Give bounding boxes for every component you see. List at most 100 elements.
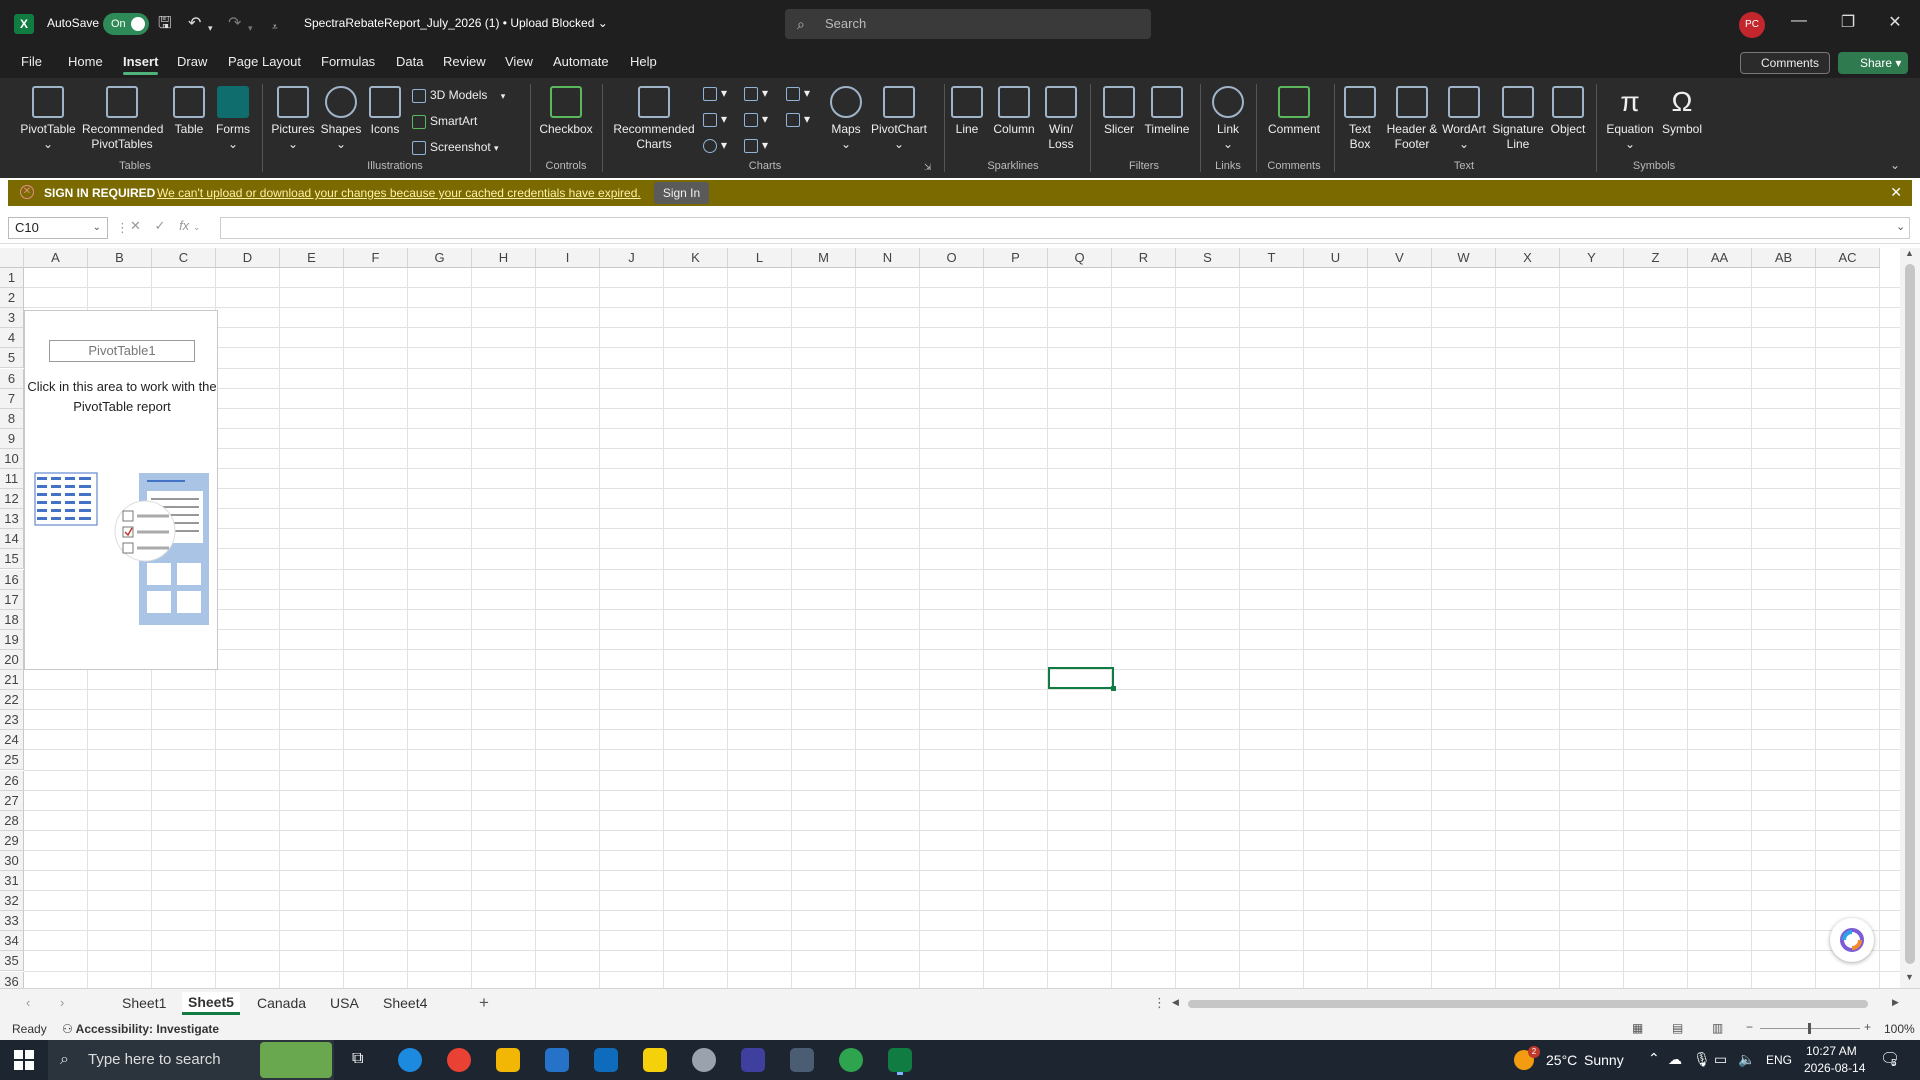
zoom-in-icon[interactable]: + — [1864, 1020, 1871, 1034]
statistic-chart-dropdown[interactable]: ▾ — [744, 112, 768, 127]
select-all-corner[interactable] — [0, 248, 24, 268]
formula-input[interactable] — [220, 217, 1910, 239]
column-header[interactable]: S — [1176, 248, 1240, 268]
undo-dropdown-icon[interactable]: ▾ — [208, 18, 213, 38]
zoom-level[interactable]: 100% — [1884, 1022, 1915, 1036]
chevron-up-icon[interactable]: ⌃ — [1648, 1050, 1660, 1067]
shapes-button[interactable]: Shapes ⌄ — [318, 86, 364, 152]
scatter-chart-dropdown[interactable]: ▾ — [744, 138, 768, 153]
column-header[interactable]: AB — [1752, 248, 1816, 268]
tab-formulas[interactable]: Formulas — [321, 54, 375, 69]
column-header[interactable]: Q — [1048, 248, 1112, 268]
header-footer-button[interactable]: Header & Footer — [1386, 86, 1438, 152]
chat-icon[interactable] — [839, 1048, 863, 1072]
page-layout-view-icon[interactable]: ▤ — [1672, 1021, 1683, 1035]
column-header[interactable]: O — [920, 248, 984, 268]
restore-icon[interactable]: ❐ — [1833, 12, 1863, 32]
column-header[interactable]: T — [1240, 248, 1304, 268]
avatar[interactable]: PC — [1739, 12, 1765, 38]
row-header[interactable]: 28 — [0, 810, 24, 831]
column-header[interactable]: AC — [1816, 248, 1880, 268]
notification-message-link[interactable]: We can't upload or download your changes… — [157, 186, 641, 200]
more-options-icon[interactable]: ⋮ — [1153, 995, 1166, 1011]
app-icon[interactable] — [692, 1048, 716, 1072]
minimize-icon[interactable]: — — [1784, 12, 1814, 30]
column-header[interactable]: F — [344, 248, 408, 268]
accessibility-status[interactable]: ⚇ Accessibility: Investigate — [62, 1022, 219, 1036]
collapse-ribbon-icon[interactable]: ⌄ — [1890, 158, 1900, 172]
column-chart-dropdown[interactable]: ▾ — [703, 86, 727, 101]
network-icon[interactable]: ▭ — [1714, 1051, 1727, 1068]
language-indicator[interactable]: ENG — [1766, 1053, 1792, 1067]
object-button[interactable]: Object — [1548, 86, 1588, 137]
page-break-preview-icon[interactable]: ▥ — [1712, 1021, 1723, 1035]
enter-icon[interactable]: ✓ — [155, 218, 166, 233]
row-header[interactable]: 11 — [0, 469, 24, 490]
row-header[interactable]: 14 — [0, 529, 24, 550]
volume-icon[interactable]: 🔈 — [1738, 1051, 1755, 1068]
row-header[interactable]: 12 — [0, 489, 24, 510]
autosave-toggle[interactable]: On — [103, 13, 149, 35]
excel-taskbar-icon[interactable] — [888, 1048, 912, 1072]
winloss-sparkline-button[interactable]: Win/ Loss — [1042, 86, 1080, 152]
redo-icon[interactable]: ↷ — [228, 14, 241, 34]
tab-help[interactable]: Help — [630, 54, 657, 69]
column-header[interactable]: P — [984, 248, 1048, 268]
horizontal-scrollbar[interactable]: ◀ ▶ — [1172, 997, 1907, 1011]
equation-button[interactable]: π Equation ⌄ — [1602, 86, 1658, 152]
row-header[interactable]: 32 — [0, 891, 24, 912]
text-box-button[interactable]: Text Box — [1340, 86, 1380, 152]
tab-automate[interactable]: Automate — [553, 54, 609, 69]
column-header[interactable]: L — [728, 248, 792, 268]
slicer-button[interactable]: Slicer — [1094, 86, 1144, 137]
tab-draw[interactable]: Draw — [177, 54, 207, 69]
vertical-scroll-thumb[interactable] — [1905, 264, 1915, 964]
column-header[interactable]: V — [1368, 248, 1432, 268]
tab-insert[interactable]: Insert — [123, 54, 159, 75]
pie-chart-dropdown[interactable]: ▾ — [703, 138, 727, 153]
undo-icon[interactable]: ↶ — [188, 14, 201, 34]
row-header[interactable]: 21 — [0, 670, 24, 691]
3d-models-button[interactable]: 3D Models ▾ — [412, 88, 505, 103]
row-header[interactable]: 4 — [0, 328, 24, 349]
sheet-tab-sheet4[interactable]: Sheet4 — [383, 995, 427, 1011]
column-header[interactable]: N — [856, 248, 920, 268]
row-header[interactable]: 10 — [0, 448, 24, 469]
close-icon[interactable]: ✕ — [1880, 12, 1910, 32]
clock-time[interactable]: 10:27 AM — [1806, 1044, 1857, 1058]
recommended-pivottables-button[interactable]: Recommended PivotTables — [82, 86, 163, 152]
line-chart-dropdown[interactable]: ▾ — [703, 112, 727, 127]
timeline-button[interactable]: Timeline — [1142, 86, 1192, 137]
column-header[interactable]: B — [88, 248, 152, 268]
file-explorer-icon[interactable] — [496, 1048, 520, 1072]
row-header[interactable]: 25 — [0, 750, 24, 771]
weather-temp[interactable]: 25°C — [1546, 1052, 1577, 1068]
sign-in-button[interactable]: Sign In — [654, 182, 709, 204]
row-header[interactable]: 9 — [0, 428, 24, 449]
row-header[interactable]: 7 — [0, 388, 24, 409]
row-header[interactable]: 16 — [0, 569, 24, 590]
column-header[interactable]: G — [408, 248, 472, 268]
tab-data[interactable]: Data — [396, 54, 423, 69]
row-header[interactable]: 5 — [0, 348, 24, 369]
row-header[interactable]: 34 — [0, 931, 24, 952]
maps-button[interactable]: Maps ⌄ — [826, 86, 866, 152]
hierarchy-chart-dropdown[interactable]: ▾ — [744, 86, 768, 101]
vertical-scrollbar[interactable]: ▲ ▼ — [1900, 248, 1920, 988]
normal-view-icon[interactable]: ▦ — [1632, 1021, 1643, 1035]
sticky-notes-icon[interactable] — [643, 1048, 667, 1072]
screenshot-button[interactable]: Screenshot ▾ — [412, 140, 499, 155]
row-header[interactable]: 13 — [0, 509, 24, 530]
checkbox-button[interactable]: Checkbox — [536, 86, 596, 137]
zoom-slider-thumb[interactable] — [1808, 1023, 1811, 1034]
edge-icon[interactable] — [398, 1048, 422, 1072]
combo-chart-dropdown[interactable]: ▾ — [786, 112, 810, 127]
row-header[interactable]: 31 — [0, 871, 24, 892]
charts-dialog-launcher-icon[interactable]: ⇲ — [924, 162, 932, 173]
copilot-button[interactable] — [1830, 918, 1874, 962]
insert-function-button[interactable]: fx — [179, 218, 189, 233]
pivotchart-button[interactable]: PivotChart ⌄ — [868, 86, 930, 152]
scroll-down-icon[interactable]: ▼ — [1905, 972, 1914, 982]
tab-review[interactable]: Review — [443, 54, 486, 69]
line-sparkline-button[interactable]: Line — [948, 86, 986, 137]
